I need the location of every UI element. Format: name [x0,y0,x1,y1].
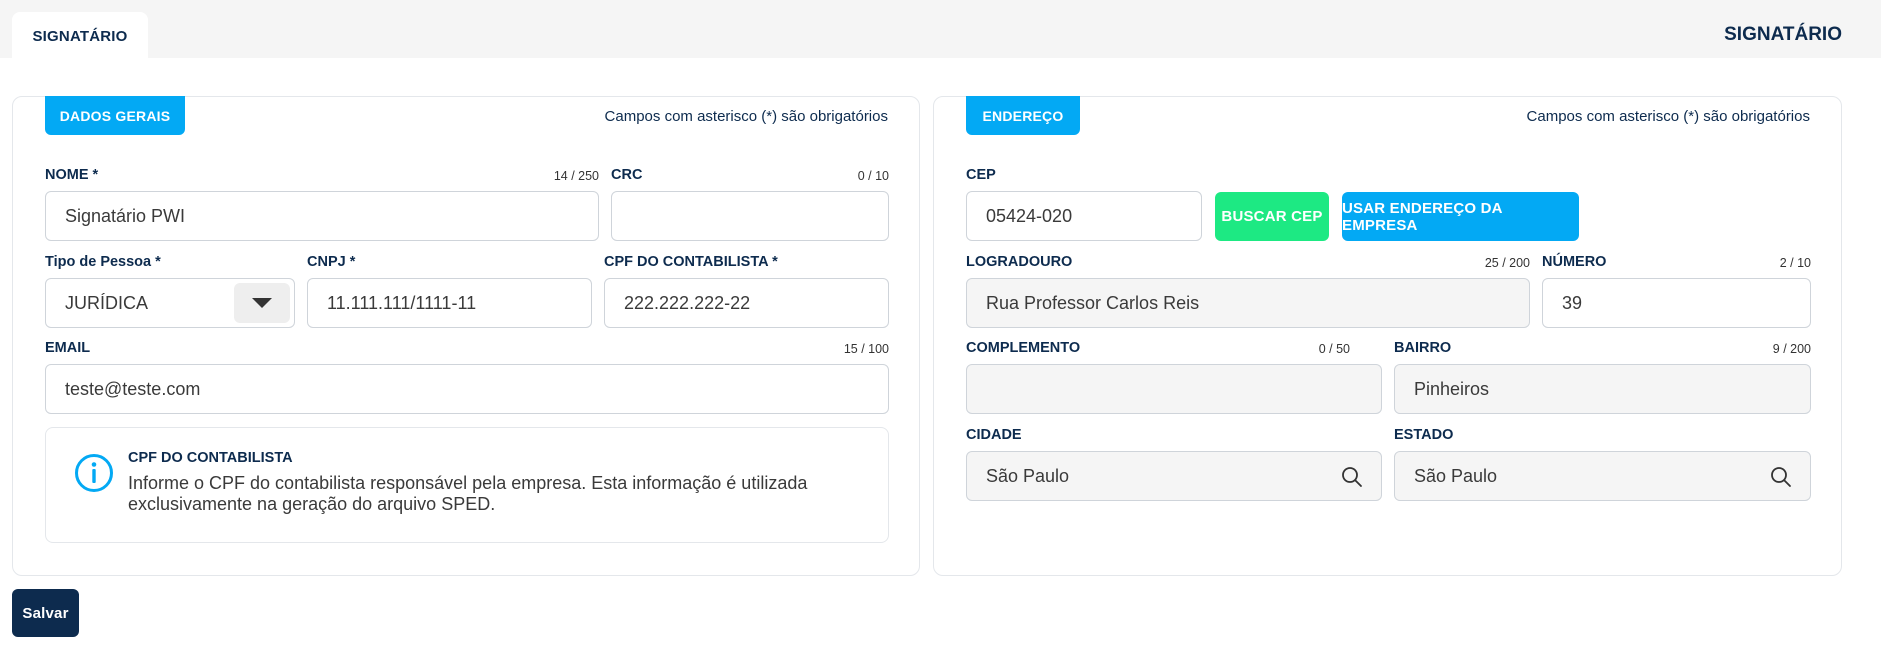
nome-field[interactable] [45,191,599,241]
nome-input[interactable] [65,205,598,227]
crc-field[interactable] [611,191,889,241]
bairro-field[interactable] [1394,364,1811,414]
tipo-pessoa-select[interactable]: JURÍDICA [45,278,295,328]
tipo-pessoa-label: Tipo de Pessoa * [45,254,161,270]
info-box: CPF DO CONTABILISTA Informe o CPF do con… [45,427,889,543]
dados-gerais-panel: DADOS GERAIS Campos com asterisco (*) sã… [12,96,920,576]
page-title: SIGNATÁRIO [1724,24,1842,45]
estado-field[interactable]: São Paulo [1394,451,1811,501]
crc-label: CRC [611,167,643,183]
logradouro-input[interactable] [986,292,1529,314]
email-field[interactable] [45,364,889,414]
search-icon[interactable] [1341,466,1363,488]
cpf-contabilista-field[interactable] [604,278,889,328]
section-tag-dados-gerais: DADOS GERAIS [45,96,185,135]
cpf-contabilista-input[interactable] [624,292,888,314]
tipo-pessoa-value: JURÍDICA [65,292,149,313]
required-note: Campos com asterisco (*) são obrigatório… [1526,108,1810,125]
required-note: Campos com asterisco (*) são obrigatório… [604,108,888,125]
bairro-label: BAIRRO [1394,340,1452,356]
complemento-counter: 0 / 50 [1318,342,1350,356]
caret-down-icon [252,298,272,308]
cnpj-input[interactable] [327,292,591,314]
complemento-field[interactable] [966,364,1382,414]
cnpj-label: CNPJ * [307,254,356,270]
info-text: Informe o CPF do contabilista responsáve… [128,473,808,514]
cidade-label: CIDADE [966,427,1022,443]
info-circle-icon [75,454,113,492]
logradouro-field[interactable] [966,278,1530,328]
nome-counter: 14 / 250 [553,169,599,183]
complemento-label: COMPLEMENTO [966,340,1081,356]
tab-signatario[interactable]: SIGNATÁRIO [12,12,148,60]
bairro-input[interactable] [1414,378,1810,400]
crc-input[interactable] [631,205,888,227]
numero-input[interactable] [1562,292,1810,314]
cpf-contabilista-label: CPF DO CONTABILISTA * [604,254,778,270]
buscar-cep-button[interactable]: BUSCAR CEP [1215,192,1329,241]
search-icon[interactable] [1770,466,1792,488]
estado-value: São Paulo [1414,465,1498,486]
cep-input[interactable] [986,205,1201,227]
cidade-field[interactable]: São Paulo [966,451,1382,501]
endereco-panel: ENDEREÇO Campos com asterisco (*) são ob… [933,96,1842,576]
cnpj-field[interactable] [307,278,592,328]
numero-label: NÚMERO [1542,254,1607,270]
cep-field[interactable] [966,191,1202,241]
nome-label: NOME * [45,167,99,183]
usar-endereco-empresa-button[interactable]: USAR ENDEREÇO DA EMPRESA [1342,192,1579,241]
cep-label: CEP [966,167,996,183]
logradouro-label: LOGRADOURO [966,254,1073,270]
logradouro-counter: 25 / 200 [1484,256,1530,270]
complemento-input[interactable] [986,378,1381,400]
dropdown-button[interactable] [234,283,290,323]
bairro-counter: 9 / 200 [1772,342,1811,356]
cidade-value: São Paulo [986,465,1070,486]
section-tag-endereco: ENDEREÇO [966,96,1080,135]
top-bar: SIGNATÁRIO SIGNATÁRIO [0,0,1881,60]
crc-counter: 0 / 10 [857,169,889,183]
numero-counter: 2 / 10 [1779,256,1811,270]
numero-field[interactable] [1542,278,1811,328]
estado-label: ESTADO [1394,427,1454,443]
email-input[interactable] [65,378,888,400]
email-label: EMAIL [45,340,91,356]
info-title: CPF DO CONTABILISTA [128,450,293,466]
save-button[interactable]: Salvar [12,589,79,637]
email-counter: 15 / 100 [843,342,889,356]
